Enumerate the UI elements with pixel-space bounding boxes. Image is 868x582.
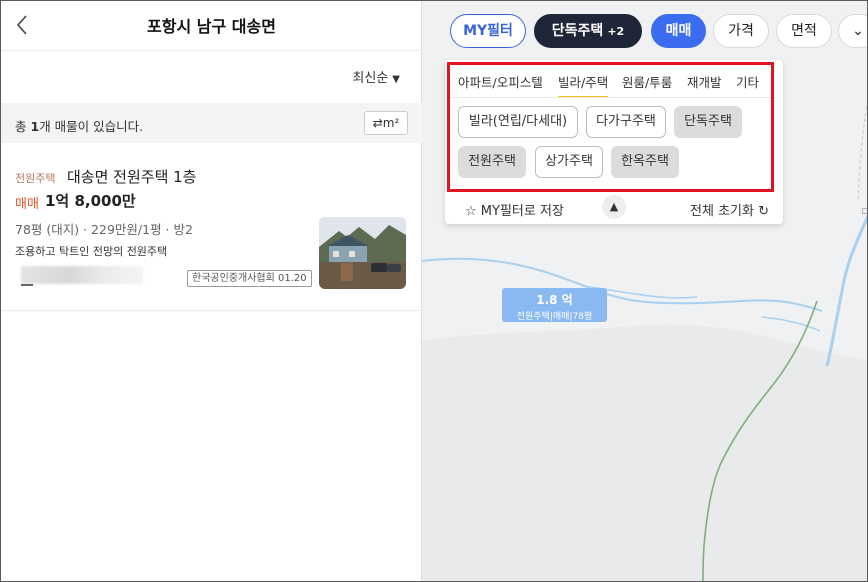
top-bar: 포항시 남구 대송면: [1, 1, 422, 51]
unit-toggle-label: m²: [382, 116, 400, 130]
tab-villa-house[interactable]: 빌라/주택: [558, 72, 609, 98]
result-count-bar: 총 1개 매물이 있습니다. ⇄m²: [1, 103, 422, 143]
list-item[interactable]: 전원주택 대송면 전원주택 1층 매매 1억 8,000만 78평 (대지) ·…: [1, 143, 422, 311]
refresh-icon: ↻: [758, 204, 769, 219]
option-multi-family[interactable]: 다가구주택: [586, 106, 666, 138]
deal-type: 매매: [15, 197, 39, 212]
price-label: 가격: [728, 23, 754, 39]
tab-etc[interactable]: 기타: [736, 72, 759, 91]
property-type: 전원주택: [15, 172, 56, 185]
tab-divider: [450, 97, 771, 98]
reset-all-button[interactable]: 전체 초기화 ↻: [690, 200, 769, 219]
chevron-down-icon: ⌄: [852, 23, 864, 39]
property-type-more: +2: [607, 25, 625, 38]
count-number: 1: [30, 119, 40, 134]
svg-text:□: □: [862, 206, 868, 216]
property-type-label: 단독주택: [551, 23, 604, 39]
area-chip[interactable]: 면적: [776, 14, 832, 48]
option-villa[interactable]: 빌라(연립/다세대): [458, 106, 578, 138]
app-frame: 포항시 남구 대송면 최신순 ▼ 총 1개 매물이 있습니다. ⇄m² 전원주택 …: [0, 0, 868, 582]
marker-detail: 전원주택|매매|78평: [516, 312, 593, 322]
reset-all-label: 전체 초기화: [690, 204, 754, 219]
caret-down-icon: ▼: [392, 74, 400, 85]
deal-type-label: 매매: [665, 23, 692, 39]
agency-badge: 한국공인중개사협회 01.20: [187, 270, 312, 287]
tab-apartment[interactable]: 아파트/오피스텔: [458, 72, 543, 91]
result-count: 총 1개 매물이 있습니다.: [15, 116, 143, 135]
tab-redevelopment[interactable]: 재개발: [687, 72, 722, 91]
save-my-filter-button[interactable]: ☆ MY필터로 저장: [465, 200, 564, 219]
tab-oneroom[interactable]: 원룸/투룸: [622, 72, 672, 91]
property-type-chip[interactable]: 단독주택 +2: [534, 14, 642, 48]
option-country-house[interactable]: 전원주택: [458, 146, 526, 178]
option-hanok[interactable]: 한옥주택: [611, 146, 679, 178]
map-price-marker[interactable]: 1.8 억 전원주택|매매|78평: [502, 288, 607, 322]
sort-label: 최신순: [352, 71, 389, 86]
listing-panel: 포항시 남구 대송면 최신순 ▼ 총 1개 매물이 있습니다. ⇄m² 전원주택 …: [1, 1, 422, 581]
count-prefix: 총: [15, 119, 31, 134]
my-filter-chip[interactable]: MY필터: [450, 14, 526, 48]
listing-spec: 78평 (대지) · 229만원/1평 · 방2: [15, 222, 193, 237]
area-label: 면적: [791, 23, 817, 39]
save-my-filter-label: MY필터로 저장: [480, 204, 564, 219]
sort-dropdown[interactable]: 최신순 ▼: [352, 67, 400, 86]
property-type-filter-panel: 아파트/오피스텔 빌라/주택 원룸/투룸 재개발 기타 빌라(연립/다세대) 다…: [445, 60, 783, 224]
blurred-contact: [21, 266, 143, 284]
listing-description: 조용하고 탁트인 전망의 전원주택: [15, 245, 168, 258]
chevron-up-icon: ▲: [609, 200, 619, 213]
sort-row: 최신순 ▼: [1, 51, 422, 103]
option-detached[interactable]: 단독주택: [674, 106, 742, 138]
deal-type-chip[interactable]: 매매: [651, 14, 706, 48]
page-title: 포항시 남구 대송면: [147, 17, 276, 36]
blurred-contact-mark: [21, 284, 33, 286]
star-icon: ☆: [465, 204, 477, 219]
map-view[interactable]: □ MY필터 단독주택 +2 매매 가격 면적 ⌄ 아파트/오피스텔 빌라/주택 …: [422, 1, 868, 581]
option-shop-house[interactable]: 상가주택: [535, 146, 603, 178]
count-suffix: 개 매물이 있습니다.: [39, 119, 144, 134]
listing-price: 1억 8,000만: [45, 192, 136, 210]
price-chip[interactable]: 가격: [713, 14, 769, 48]
more-filters-chip[interactable]: ⌄: [838, 14, 867, 48]
listing-thumbnail[interactable]: [319, 217, 406, 289]
marker-price: 1.8 억: [536, 293, 573, 307]
listing-name: 대송면 전원주택 1층: [67, 168, 197, 186]
my-filter-label: MY필터: [463, 23, 513, 39]
unit-toggle-button[interactable]: ⇄m²: [364, 111, 408, 135]
collapse-panel-button[interactable]: ▲: [602, 195, 626, 219]
swap-icon: ⇄: [372, 116, 383, 130]
